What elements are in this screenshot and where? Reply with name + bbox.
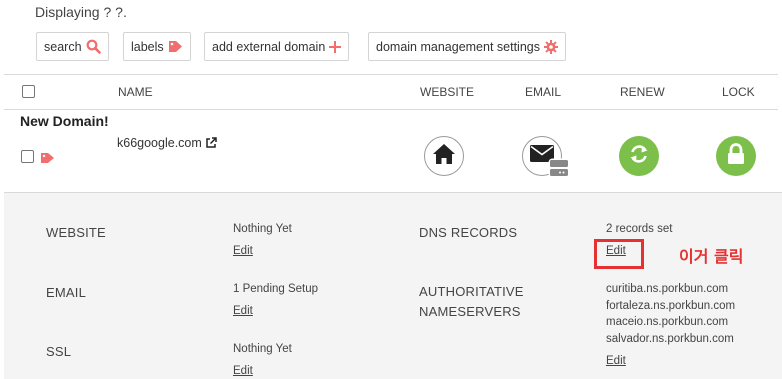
nameserver-item: maceio.ns.porkbun.com bbox=[606, 316, 729, 328]
domain-link[interactable]: k66google.com bbox=[117, 136, 217, 150]
dns-records-value: 2 records set bbox=[606, 223, 673, 235]
nameserver-item: salvador.ns.porkbun.com bbox=[606, 332, 734, 345]
email-value: 1 Pending Setup bbox=[233, 283, 319, 295]
settings-label: domain management settings bbox=[376, 39, 540, 54]
tag-icon bbox=[168, 40, 183, 53]
domain-settings-button[interactable]: domain management settings bbox=[368, 32, 566, 61]
ssl-edit-link[interactable]: Edit bbox=[233, 365, 253, 377]
plus-icon bbox=[329, 40, 342, 53]
search-icon bbox=[86, 39, 101, 54]
column-name: NAME bbox=[118, 85, 153, 99]
nameserver-item: curitiba.ns.porkbun.com bbox=[606, 283, 729, 295]
email-edit-link[interactable]: Edit bbox=[233, 305, 253, 317]
column-renew: RENEW bbox=[620, 85, 665, 99]
dns-records-label: DNS RECORDS bbox=[419, 225, 518, 240]
lock-button[interactable] bbox=[716, 136, 756, 176]
gear-icon bbox=[543, 39, 558, 54]
annotation-text: 이거 클릭 bbox=[679, 247, 744, 266]
divider bbox=[4, 74, 778, 75]
domain-details-panel: WEBSITE Nothing Yet Edit EMAIL 1 Pending… bbox=[4, 192, 782, 379]
ssl-label: SSL bbox=[46, 344, 72, 359]
server-icon bbox=[548, 158, 570, 183]
column-website: WEBSITE bbox=[420, 85, 475, 99]
domain-row: New Domain! k66google.com bbox=[0, 110, 782, 191]
search-button[interactable]: search bbox=[36, 32, 109, 61]
home-icon bbox=[432, 143, 456, 170]
add-domain-label: add external domain bbox=[212, 39, 326, 54]
renew-button[interactable] bbox=[619, 136, 659, 176]
tag-icon[interactable] bbox=[40, 151, 55, 169]
nameservers-label-1: AUTHORITATIVE bbox=[419, 284, 524, 299]
column-lock: LOCK bbox=[722, 85, 755, 99]
add-external-domain-button[interactable]: add external domain bbox=[204, 32, 350, 61]
labels-label: labels bbox=[131, 39, 164, 54]
domain-name: k66google.com bbox=[117, 136, 202, 150]
website-label: WEBSITE bbox=[46, 225, 106, 240]
lock-icon bbox=[727, 142, 745, 170]
column-email: EMAIL bbox=[525, 85, 562, 99]
ssl-value: Nothing Yet bbox=[233, 343, 292, 355]
highlight-box bbox=[594, 239, 644, 269]
search-label: search bbox=[44, 39, 82, 54]
labels-button[interactable]: labels bbox=[123, 32, 191, 61]
select-all-checkbox[interactable] bbox=[22, 85, 35, 98]
displaying-text: Displaying ? ?. bbox=[35, 4, 127, 20]
row-checkbox[interactable] bbox=[21, 150, 34, 163]
email-label: EMAIL bbox=[46, 285, 87, 300]
website-value: Nothing Yet bbox=[233, 223, 292, 235]
website-button[interactable] bbox=[424, 136, 464, 176]
row-title: New Domain! bbox=[20, 113, 109, 129]
nameservers-label-2: NAMESERVERS bbox=[419, 304, 521, 319]
website-edit-link[interactable]: Edit bbox=[233, 245, 253, 257]
renew-icon bbox=[628, 143, 650, 170]
nameserver-item: fortaleza.ns.porkbun.com bbox=[606, 299, 736, 312]
table-header: NAME WEBSITE EMAIL RENEW LOCK bbox=[0, 76, 782, 108]
nameservers-edit-link[interactable]: Edit bbox=[606, 355, 626, 367]
external-link-icon[interactable] bbox=[205, 137, 217, 149]
